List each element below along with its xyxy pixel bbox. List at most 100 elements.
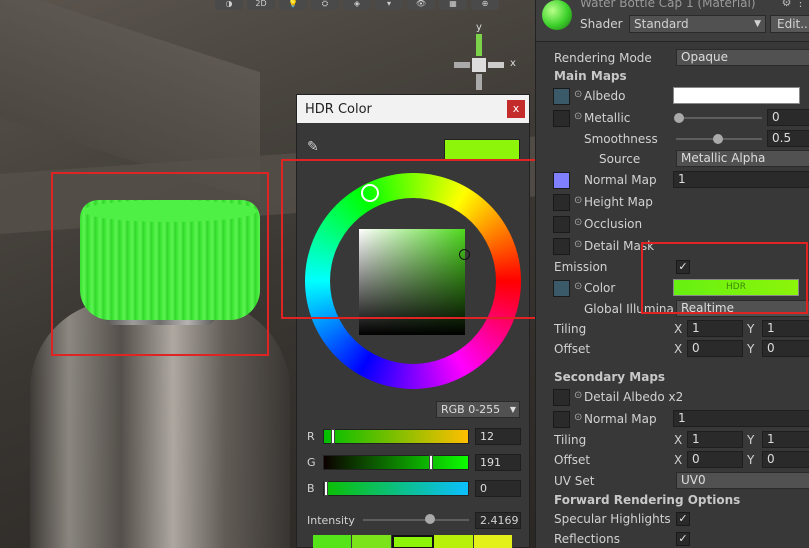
metallic-texture-slot[interactable]: [553, 110, 570, 127]
shading-mode-button[interactable]: ◑: [215, 0, 243, 10]
header-menu-icons[interactable]: ⚙ ⋮: [782, 0, 806, 9]
edit-shader-button[interactable]: Edit...: [770, 15, 809, 33]
preset-swatch[interactable]: [434, 535, 474, 548]
height-map-picker-icon[interactable]: ⊙: [574, 195, 582, 206]
secondary-tiling-label: Tiling: [554, 433, 587, 447]
material-title: Water Bottle Cap 1 (Material): [580, 0, 756, 10]
uv-set-dropdown[interactable]: UV0: [676, 472, 809, 489]
camera-button[interactable]: ▦: [439, 0, 467, 10]
gizmo-neg-x-axis[interactable]: [454, 62, 470, 68]
channel-b-knob[interactable]: [324, 480, 328, 496]
albedo-color-field[interactable]: [673, 87, 800, 104]
intensity-field[interactable]: 2.4169: [475, 511, 521, 529]
detail-mask-picker-icon[interactable]: ⊙: [574, 239, 582, 250]
2d-toggle-button[interactable]: 2D: [247, 0, 275, 10]
albedo-picker-icon[interactable]: ⊙: [574, 89, 582, 100]
normal-map-texture-slot[interactable]: [553, 172, 570, 189]
channel-b-field[interactable]: 0: [475, 479, 521, 497]
gizmo-center-cube[interactable]: [472, 58, 486, 72]
material-header: Water Bottle Cap 1 (Material) ⚙ ⋮ Shader…: [536, 0, 809, 42]
metallic-field[interactable]: 0: [767, 109, 809, 126]
offset-y-label: Y: [747, 342, 755, 356]
unity-editor: ◑ 2D 💡 ⛭ ◈ ▾ 👁 ▦ ⊕ y x HDR Color x ✎ RGB…: [0, 0, 809, 548]
metallic-slider-thumb[interactable]: [674, 113, 684, 123]
rendering-mode-dropdown[interactable]: Opaque: [676, 49, 809, 66]
secondary-offset-y-field[interactable]: 0: [762, 451, 809, 468]
picker-titlebar[interactable]: HDR Color: [297, 95, 529, 123]
gizmos-button[interactable]: ⊕: [471, 0, 499, 10]
channel-r-knob[interactable]: [331, 428, 335, 444]
channel-g-slider[interactable]: [323, 454, 469, 470]
picker-title: HDR Color: [305, 101, 372, 117]
metallic-picker-icon[interactable]: ⊙: [574, 111, 582, 122]
secondary-normal-scale-field[interactable]: 1: [673, 410, 809, 427]
secondary-tiling-x-label: X: [674, 433, 683, 447]
offset-x-field[interactable]: 0: [687, 340, 743, 357]
smoothness-slider-thumb[interactable]: [713, 134, 723, 144]
tiling-x-field[interactable]: 1: [687, 320, 743, 337]
occlusion-texture-slot[interactable]: [553, 216, 570, 233]
secondary-normal-picker-icon[interactable]: ⊙: [574, 412, 582, 423]
secondary-tiling-x-field[interactable]: 1: [687, 431, 743, 448]
main-maps-row: Main Maps: [536, 67, 809, 87]
secondary-offset-label: Offset: [554, 453, 591, 467]
preset-swatch[interactable]: [473, 535, 514, 548]
secondary-offset-x-label: X: [674, 453, 683, 467]
smoothness-field[interactable]: 0.5: [767, 130, 809, 147]
normal-map-scale-field[interactable]: 1: [673, 171, 809, 188]
shader-value: Standard: [634, 17, 689, 31]
intensity-thumb[interactable]: [425, 514, 435, 524]
close-button[interactable]: x: [507, 100, 525, 118]
metallic-slider[interactable]: [676, 117, 762, 119]
color-mode-select[interactable]: RGB 0-255 ▼: [436, 401, 520, 418]
detail-albedo-picker-icon[interactable]: ⊙: [574, 390, 582, 401]
preset-swatch[interactable]: [313, 535, 353, 548]
secondary-offset-x-field[interactable]: 0: [687, 451, 743, 468]
secondary-tiling-y-field[interactable]: 1: [762, 431, 809, 448]
effects-dropdown-button[interactable]: ▾: [375, 0, 403, 10]
specular-highlights-checkbox[interactable]: ✓: [676, 512, 690, 526]
channel-b-slider[interactable]: [323, 480, 469, 496]
specular-highlights-label: Specular Highlights: [554, 512, 671, 526]
gizmo-x-axis[interactable]: [488, 62, 504, 68]
gizmo-y-label: y: [476, 22, 482, 33]
tiling-y-field[interactable]: 1: [762, 320, 809, 337]
forward-rendering-row: Forward Rendering Options: [536, 491, 809, 511]
emission-picker-icon[interactable]: ⊙: [574, 281, 582, 292]
albedo-texture-slot[interactable]: [553, 88, 570, 105]
offset-x-label: X: [674, 342, 683, 356]
visibility-button[interactable]: 👁: [407, 0, 435, 10]
secondary-normal-texture-slot[interactable]: [553, 411, 570, 428]
eyedropper-icon[interactable]: ✎: [307, 139, 327, 159]
channel-g-knob[interactable]: [429, 454, 433, 470]
orientation-gizmo[interactable]: y x: [450, 22, 520, 98]
gizmo-z-axis[interactable]: [476, 74, 482, 90]
rendering-mode-label: Rendering Mode: [554, 51, 652, 65]
channel-g-field[interactable]: 191: [475, 453, 521, 471]
height-map-texture-slot[interactable]: [553, 194, 570, 211]
detail-albedo-texture-slot[interactable]: [553, 389, 570, 406]
channel-b-row: B 0: [307, 479, 521, 497]
shader-dropdown[interactable]: Standard ▼: [629, 15, 766, 33]
secondary-tiling-row: Tiling X 1 Y 1: [536, 431, 809, 451]
channel-r-field[interactable]: 12: [475, 427, 521, 445]
gizmo-y-axis[interactable]: [476, 34, 482, 56]
intensity-slider[interactable]: [363, 514, 469, 524]
metallic-label: Metallic: [584, 111, 631, 125]
preset-swatch[interactable]: [391, 535, 435, 548]
effects-button[interactable]: ◈: [343, 0, 371, 10]
source-dropdown[interactable]: Metallic Alpha: [676, 150, 809, 167]
channel-b-label: B: [307, 481, 315, 495]
detail-albedo-row: ⊙ Detail Albedo x2: [536, 388, 809, 408]
preset-swatch[interactable]: [352, 535, 392, 548]
color-swatch: [444, 139, 520, 161]
reflections-checkbox[interactable]: ✓: [676, 532, 690, 546]
occlusion-picker-icon[interactable]: ⊙: [574, 217, 582, 228]
audio-toggle-button[interactable]: ⛭: [311, 0, 339, 10]
emission-texture-slot[interactable]: [553, 280, 570, 297]
detail-mask-texture-slot[interactable]: [553, 238, 570, 255]
lighting-toggle-button[interactable]: 💡: [279, 0, 307, 10]
height-map-row: ⊙ Height Map: [536, 193, 809, 213]
offset-y-field[interactable]: 0: [762, 340, 809, 357]
channel-r-slider[interactable]: [323, 428, 469, 444]
